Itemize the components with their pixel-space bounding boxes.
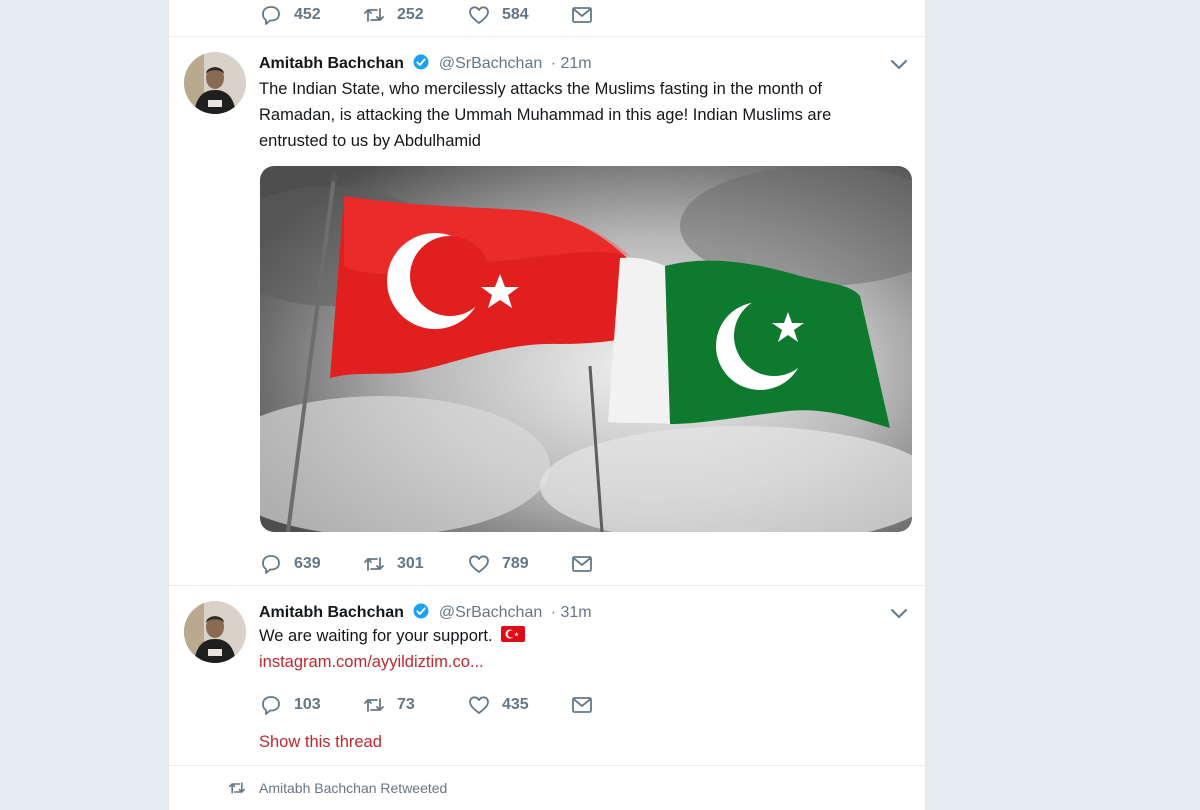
tweet-text: The Indian State, who mercilessly attack… <box>259 80 832 150</box>
dm-icon <box>572 556 592 572</box>
like-count: 584 <box>502 6 529 23</box>
retweet-button[interactable]: 301 <box>362 552 424 576</box>
reply-count: 452 <box>294 6 321 23</box>
avatar[interactable] <box>184 601 246 663</box>
reply-icon <box>262 696 280 715</box>
left-background <box>0 0 168 810</box>
tweet-text: We are waiting for your support. <box>259 627 493 645</box>
chevron-down-icon[interactable] <box>887 601 911 625</box>
chevron-down-icon[interactable] <box>887 52 911 76</box>
reply-button[interactable]: 452 <box>259 3 321 27</box>
retweet-context-label[interactable]: Amitabh Bachchan Retweeted <box>259 780 447 796</box>
right-background <box>926 0 1200 810</box>
retweet-count: 252 <box>397 6 424 23</box>
dm-icon <box>572 7 592 23</box>
reply-button[interactable]: 639 <box>259 552 321 576</box>
like-icon <box>469 555 489 573</box>
timestamp[interactable]: · 21m <box>551 55 592 72</box>
tweet-1[interactable]: Amitabh Bachchan @SrBachchan · 21m The I… <box>169 37 925 586</box>
user-handle[interactable]: @SrBachchan <box>439 55 542 72</box>
show-thread-link[interactable]: Show this thread <box>259 733 382 752</box>
flags-image <box>260 166 912 532</box>
reply-button[interactable]: 103 <box>259 693 321 717</box>
like-button[interactable]: 584 <box>467 3 529 27</box>
tweet-2[interactable]: Amitabh Bachchan @SrBachchan · 31m We ar… <box>169 586 925 766</box>
retweet-button[interactable]: 73 <box>362 693 415 717</box>
reply-icon <box>262 6 280 25</box>
like-button[interactable]: 789 <box>467 552 529 576</box>
tweet-prev: 452 252 584 <box>169 0 925 37</box>
like-count: 435 <box>502 696 529 713</box>
retweet-icon <box>364 557 384 571</box>
flag-turkey-icon <box>501 626 526 642</box>
dm-button[interactable] <box>570 552 605 576</box>
reply-icon <box>262 555 280 574</box>
like-button[interactable]: 435 <box>467 693 529 717</box>
tweet-header: Amitabh Bachchan @SrBachchan · 21m <box>259 53 592 73</box>
avatar[interactable] <box>184 52 246 114</box>
retweet-button[interactable]: 252 <box>362 3 424 27</box>
like-icon <box>469 696 489 714</box>
timeline: 452 252 584 Amitabh Bachchan @SrBachchan… <box>168 0 926 810</box>
verified-icon <box>413 54 429 70</box>
tweet-media[interactable] <box>260 166 912 532</box>
display-name[interactable]: Amitabh Bachchan <box>259 604 404 621</box>
verified-icon <box>413 603 429 619</box>
timestamp[interactable]: · 31m <box>551 604 592 621</box>
display-name[interactable]: Amitabh Bachchan <box>259 55 404 72</box>
like-count: 789 <box>502 555 529 572</box>
retweet-icon <box>229 782 246 794</box>
retweet-icon <box>364 698 384 712</box>
instagram-link[interactable]: instagram.com/ayyildiztim.co... <box>259 653 484 671</box>
dm-icon <box>572 697 592 713</box>
dm-button[interactable] <box>570 693 605 717</box>
reply-count: 639 <box>294 555 321 572</box>
dm-button[interactable] <box>570 3 605 27</box>
tweet-header: Amitabh Bachchan @SrBachchan · 31m <box>259 602 592 622</box>
retweet-count: 73 <box>397 696 415 713</box>
retweet-icon <box>364 8 384 22</box>
retweet-count: 301 <box>397 555 424 572</box>
like-icon <box>469 6 489 24</box>
user-handle[interactable]: @SrBachchan <box>439 604 542 621</box>
tweet-text-block: We are waiting for your support. instagr… <box>259 623 899 675</box>
reply-count: 103 <box>294 696 321 713</box>
retweet-context: Amitabh Bachchan Retweeted <box>227 780 447 796</box>
